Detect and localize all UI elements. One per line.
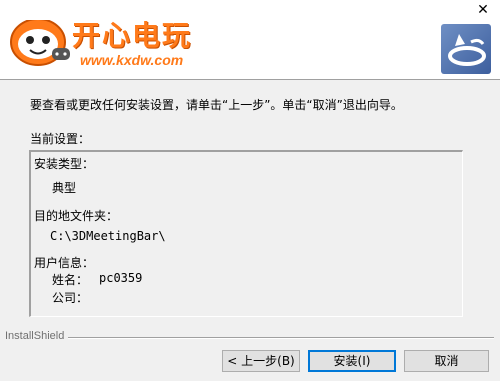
logo-url: www.kxdw.com: [80, 52, 184, 68]
cancel-button[interactable]: 取消: [404, 350, 489, 372]
logo-title: 开心电玩: [72, 19, 193, 52]
name-label: 姓名：: [52, 273, 89, 287]
settings-summary-box: 安装类型： 典型 目的地文件夹： C:\3DMeetingBar\ 用户信息： …: [29, 150, 463, 317]
installshield-brand: InstallShield: [5, 330, 69, 342]
footer-divider: [68, 337, 494, 339]
current-settings-label: 当前设置：: [30, 132, 91, 146]
install-button[interactable]: 安装(I): [308, 350, 396, 372]
close-button[interactable]: ✕: [474, 2, 492, 18]
destination-label: 目的地文件夹：: [34, 209, 119, 223]
title-bar: ✕: [0, 0, 500, 20]
back-button[interactable]: < 上一步(B): [222, 350, 300, 372]
user-info-label: 用户信息：: [34, 256, 95, 270]
installshield-setup-icon: [441, 24, 491, 74]
install-type-label: 安装类型：: [34, 157, 95, 171]
mascot-icon: [10, 18, 70, 66]
install-type-value: 典型: [52, 181, 77, 195]
company-label: 公司：: [52, 291, 89, 305]
instruction-text: 要查看或更改任何安装设置，请单击“上一步”。单击“取消”退出向导。: [30, 98, 403, 112]
destination-value: C:\3DMeetingBar\: [50, 229, 166, 243]
name-value: pc0359: [99, 271, 143, 285]
